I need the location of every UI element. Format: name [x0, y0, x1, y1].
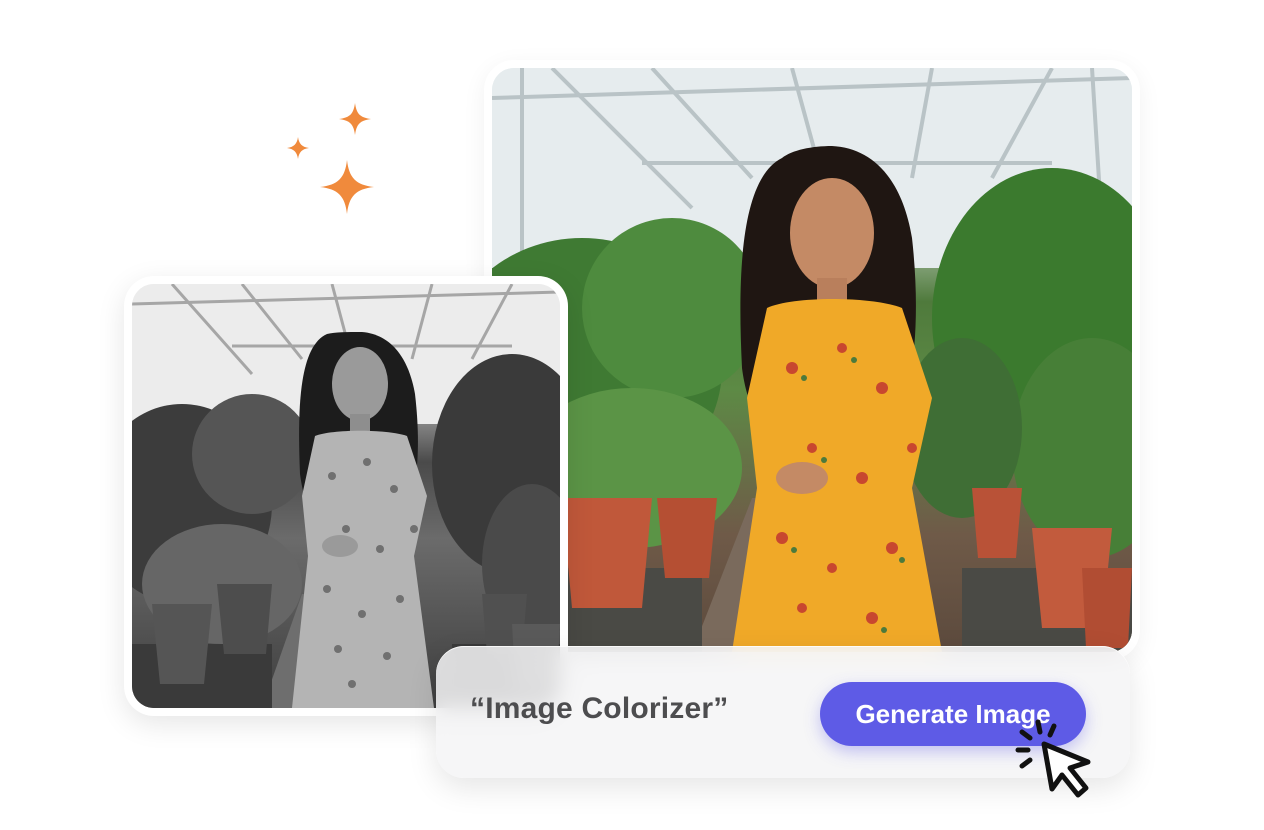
colorized-photo	[484, 60, 1140, 660]
cursor-click-icon	[1015, 719, 1091, 798]
colorized-photo-image	[492, 68, 1132, 652]
greenhouse-scene-color	[492, 68, 1132, 652]
grayscale-photo-image	[132, 284, 560, 708]
sparkle-icon-large	[320, 160, 374, 214]
prompt-text: “Image Colorizer”	[470, 692, 729, 725]
sparkle-icon-small	[287, 137, 309, 159]
greenhouse-scene-grayscale	[132, 284, 560, 708]
sparkle-icon-medium	[339, 103, 371, 135]
